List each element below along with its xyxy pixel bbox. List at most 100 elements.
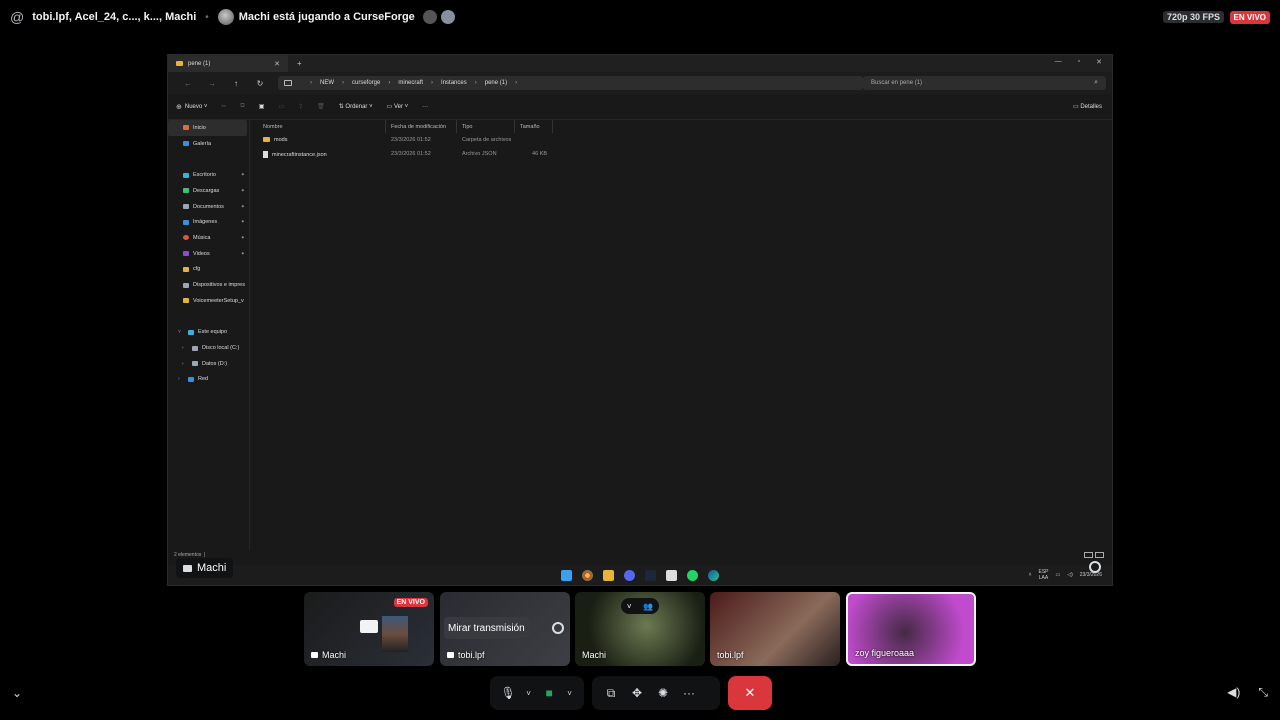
camera-icon[interactable]: ■ [537, 680, 561, 706]
sidebar-item-musica[interactable]: Música ✦ [168, 230, 249, 246]
file-row[interactable]: minecraftinstance.json 23/3/2026 01:52 A… [258, 147, 1112, 161]
column-header-size[interactable]: Tamaño [515, 120, 553, 133]
zoom-icon[interactable] [1089, 561, 1101, 573]
chevron-up-icon[interactable]: ˄ [1029, 572, 1032, 578]
app-icon[interactable] [666, 569, 677, 581]
chevron-right-icon[interactable]: › [178, 376, 183, 382]
microphone-icon[interactable]: 🎙 [496, 680, 520, 706]
sidebar-item-dispositivos[interactable]: Dispositivos e impres [168, 277, 249, 293]
volume-icon[interactable]: ◀) [1227, 685, 1240, 700]
tray-date[interactable]: 23/3/2026 [1080, 572, 1102, 578]
participant-tile[interactable]: tobi.lpf [710, 592, 840, 666]
pin-icon: ✦ [240, 172, 245, 179]
column-header-type[interactable]: Tipo [457, 120, 515, 133]
steam-icon[interactable] [645, 569, 656, 581]
view-button[interactable]: ▭ Ver ˅ [387, 103, 409, 111]
chrome-icon[interactable] [582, 569, 593, 581]
participant-tile[interactable]: ˅ 👥 Machi [575, 592, 705, 666]
tiles-view-icon[interactable] [1095, 552, 1104, 558]
rename-icon[interactable]: ▭ [278, 103, 284, 110]
tree-item-datos-d[interactable]: › Datos (D:) [168, 356, 249, 372]
windows-start-icon[interactable] [561, 569, 572, 581]
file-date: 23/3/2026 01:52 [391, 137, 431, 143]
breadcrumb-item[interactable]: pene (1) [485, 80, 507, 86]
more-options-icon[interactable]: ··· [676, 680, 702, 706]
chevron-down-icon[interactable]: ˅ [627, 602, 632, 611]
close-window-icon[interactable]: ✕ [1096, 58, 1102, 66]
folder-icon [183, 266, 189, 272]
minimize-icon[interactable]: — [1055, 58, 1062, 66]
delete-icon[interactable]: 🗑 [317, 103, 325, 110]
tree-item-red[interactable]: › Red [168, 372, 249, 388]
close-tab-icon[interactable]: ✕ [274, 60, 280, 68]
chevron-down-icon[interactable]: ˅ [178, 329, 183, 335]
up-icon[interactable]: ↑ [224, 79, 248, 88]
watch-stream-button[interactable]: Mirar transmisión [444, 617, 529, 639]
share-icon[interactable]: ⇪ [298, 103, 303, 110]
details-button[interactable]: ▭ Detalles [1073, 103, 1102, 110]
whatsapp-icon[interactable] [687, 569, 698, 581]
discord-icon[interactable] [624, 569, 635, 581]
cut-icon[interactable]: ✂ [221, 103, 226, 110]
tree-item-disco-c[interactable]: › Disco local (C:) [168, 340, 249, 356]
search-input[interactable]: Buscar en pene (1) ⌕ [863, 76, 1106, 90]
breadcrumb-item[interactable]: Instances [441, 80, 467, 86]
new-tab-icon[interactable]: + [297, 59, 302, 68]
activity-text[interactable]: Machi está jugando a CurseForge [239, 11, 415, 23]
participant-tile[interactable]: Mirar transmisión tobi.lpf [440, 592, 570, 666]
forward-icon[interactable]: → [200, 79, 224, 88]
sidebar-item-descargas[interactable]: Descargas ✦ [168, 183, 249, 199]
paste-icon[interactable]: ▣ [259, 103, 265, 110]
address-bar[interactable]: › NEW › curseforge › minecraft › Instanc… [278, 76, 863, 90]
exit-fullscreen-icon[interactable]: ⤡ [1258, 685, 1268, 700]
column-header-date[interactable]: Fecha de modificación [386, 120, 457, 133]
users-icon[interactable]: 👥 [643, 602, 653, 611]
channel-names[interactable]: tobi.lpf, Acel_24, c..., k..., Machi [32, 11, 196, 23]
participant-tile[interactable]: zoy figueroaaa [846, 592, 976, 666]
soundboard-icon[interactable]: ✺ [650, 680, 676, 706]
chevron-down-icon[interactable]: ⌄ [12, 686, 22, 700]
explorer-tab[interactable]: pene (1) ✕ [168, 55, 288, 72]
add-stream-icon[interactable] [552, 622, 564, 634]
sidebar-label: Inicio [193, 124, 206, 131]
breadcrumb-item[interactable]: curseforge [352, 80, 380, 86]
activities-icon[interactable]: ✥ [624, 680, 650, 706]
sort-button[interactable]: ⇅ Ordenar ˅ [339, 103, 373, 111]
screen-share-icon [360, 620, 378, 633]
sidebar-item-inicio[interactable]: Inicio [168, 120, 247, 136]
file-explorer-icon[interactable] [603, 569, 614, 581]
breadcrumb-item[interactable]: NEW [320, 80, 334, 86]
new-button[interactable]: ⊕ Nuevo ˅ [176, 103, 207, 111]
sidebar-item-videos[interactable]: Videos ✦ [168, 246, 249, 262]
participant-tile[interactable]: EN VIVO Machi [304, 592, 434, 666]
sidebar-item-escritorio[interactable]: Escritorio ✦ [168, 167, 249, 183]
sidebar-item-documentos[interactable]: Documentos ✦ [168, 199, 249, 215]
refresh-icon[interactable]: ↻ [248, 79, 272, 88]
stream-view[interactable]: pene (1) ✕ + — ▫ ✕ ← → ↑ ↻ › NEW › curse… [167, 54, 1113, 586]
network-tray-icon[interactable]: ▭ [1056, 572, 1061, 578]
back-icon[interactable]: ← [176, 79, 200, 88]
mic-options-chevron-icon[interactable]: ˅ [520, 680, 537, 706]
copy-icon[interactable]: ⧉ [240, 103, 244, 110]
maximize-icon[interactable]: ▫ [1078, 58, 1080, 66]
breadcrumb-item[interactable]: minecraft [398, 80, 423, 86]
more-options-icon[interactable]: ··· [422, 104, 428, 110]
edge-icon[interactable] [708, 569, 719, 581]
details-view-icon[interactable] [1084, 552, 1093, 558]
chevron-right-icon[interactable]: › [182, 361, 187, 367]
sidebar-item-voicemeeter[interactable]: VoicemeeterSetup_v [168, 293, 249, 309]
camera-options-chevron-icon[interactable]: ˅ [561, 680, 578, 706]
file-row[interactable]: mods 23/3/2026 01:52 Carpeta de archivos [258, 133, 1112, 147]
language-indicator[interactable]: ESP LAA [1038, 569, 1048, 581]
end-call-button[interactable]: ✕ [728, 676, 772, 710]
sidebar-item-galeria[interactable]: Galería [168, 136, 249, 152]
volume-tray-icon[interactable]: ◁) [1067, 572, 1073, 578]
at-icon: @ [10, 9, 25, 25]
chevron-right-icon[interactable]: › [182, 345, 187, 351]
screen-share-icon[interactable]: ⧉ [598, 680, 624, 706]
tree-item-este-equipo[interactable]: ˅ Este equipo [168, 325, 249, 341]
tile-controls[interactable]: ˅ 👥 [621, 598, 659, 614]
column-header-name[interactable]: Nombre [258, 120, 386, 133]
sidebar-item-imagenes[interactable]: Imágenes ✦ [168, 214, 249, 230]
sidebar-item-cfg[interactable]: cfg [168, 262, 249, 278]
